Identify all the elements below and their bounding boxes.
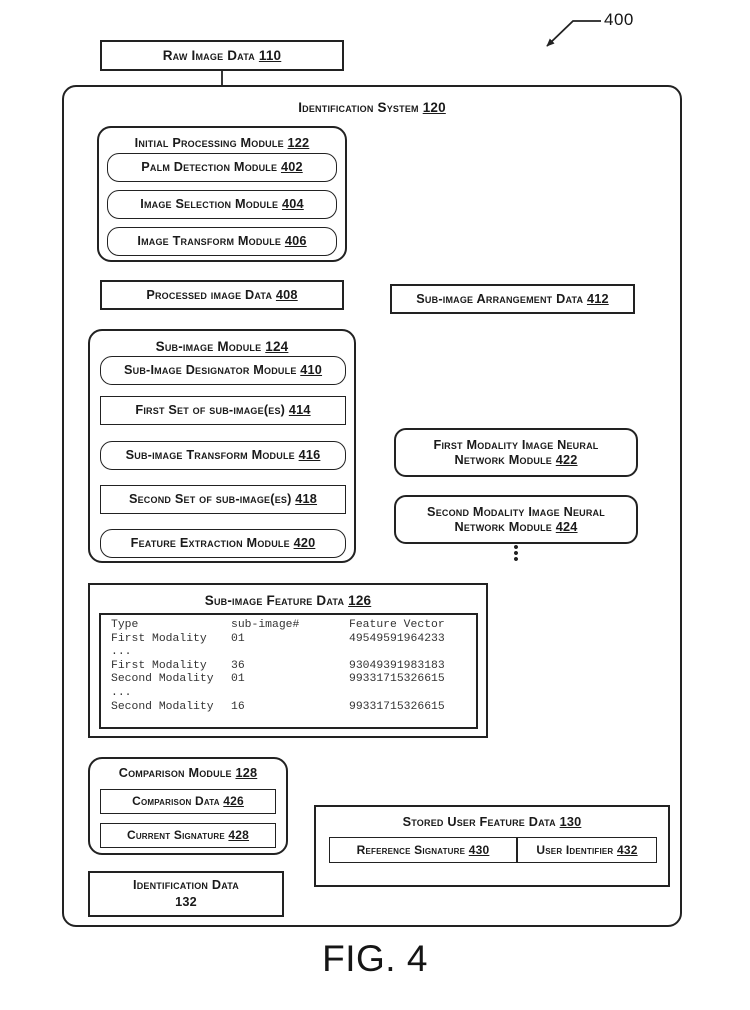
- node-user-identifier: User Identifier 432: [517, 837, 657, 863]
- table-header-type: Type: [111, 619, 139, 631]
- node-first-set-of-sub-images-label: First Set of sub-image(es) 414: [135, 403, 311, 417]
- node-second-modality-neural-network-module-label: Second Modality Image Neural Network Modu…: [427, 504, 605, 534]
- table-cell-type: ...: [111, 646, 132, 659]
- table-row: First Modality 01 49549591964233: [111, 633, 476, 647]
- node-reference-signature-label: Reference Signature 430: [356, 842, 490, 857]
- figure-reference-number: 400: [604, 10, 634, 29]
- node-identification-data-label: Identification Data: [132, 878, 239, 893]
- table-cell-feature-vector: 93049391983183: [349, 659, 445, 672]
- node-palm-detection-module: Palm Detection Module 402: [107, 153, 337, 182]
- feature-data-table: Type sub-image# Feature Vector First Modal…: [99, 613, 478, 729]
- table-header-sub-image-num: sub-image#: [231, 619, 300, 631]
- table-header-feature-vector: Feature Vector: [349, 619, 445, 631]
- node-feature-extraction-module: Feature Extraction Module 420: [100, 529, 346, 558]
- node-sub-image-arrangement-data-label: Sub-image Arrangement Data 412: [416, 291, 609, 306]
- container-initial-processing-module-title: Initial Processing Module 122: [134, 136, 310, 150]
- node-sub-image-transform-module-label: Sub-image Transform Module 416: [125, 448, 321, 462]
- table-row: Second Modality 16 99331715326615: [111, 701, 476, 715]
- node-raw-image-data-label: Raw Image Data 110: [162, 47, 282, 63]
- node-comparison-data: Comparison Data 426: [100, 789, 276, 814]
- table-cell-feature-vector: 99331715326615: [349, 673, 445, 686]
- reference-400-leader: [546, 20, 601, 47]
- vertical-ellipsis-icon: • • •: [510, 540, 522, 568]
- node-sub-image-arrangement-data: Sub-image Arrangement Data 412: [390, 284, 635, 314]
- table-cell-sub-image-num: 16: [231, 700, 245, 713]
- container-identification-system-title: Identification System 120: [298, 100, 446, 115]
- figure-caption: FIG. 4: [322, 938, 428, 979]
- table-cell-type: Second Modality: [111, 673, 214, 686]
- node-identification-data: Identification Data 132: [88, 871, 284, 917]
- table-header-row: Type sub-image# Feature Vector: [111, 619, 476, 633]
- table-cell-sub-image-num: 01: [231, 673, 245, 686]
- node-first-modality-neural-network-module: First Modality Image Neural Network Modul…: [394, 428, 638, 477]
- table-cell-feature-vector: 99331715326615: [349, 700, 445, 713]
- node-sub-image-transform-module: Sub-image Transform Module 416: [100, 441, 346, 470]
- node-sub-image-designator-module: Sub-Image Designator Module 410: [100, 356, 346, 385]
- table-cell-type: First Modality: [111, 659, 207, 672]
- table-cell-sub-image-num: 36: [231, 659, 245, 672]
- table-cell-type: Second Modality: [111, 700, 214, 713]
- node-feature-extraction-module-label: Feature Extraction Module 420: [130, 536, 316, 550]
- node-second-set-of-sub-images-label: Second Set of sub-image(es) 418: [128, 492, 318, 506]
- node-first-modality-neural-network-module-label: First Modality Image Neural Network Modul…: [433, 437, 599, 467]
- table-cell-sub-image-num: 01: [231, 632, 245, 645]
- node-processed-image-data-label: Processed image Data 408: [146, 287, 298, 302]
- table-cell-type: First Modality: [111, 632, 207, 645]
- node-image-transform-module: Image Transform Module 406: [107, 227, 337, 256]
- node-image-selection-module-label: Image Selection Module 404: [140, 197, 304, 211]
- table-row: Second Modality 01 99331715326615: [111, 673, 476, 687]
- node-palm-detection-module-label: Palm Detection Module 402: [141, 160, 303, 174]
- table-row: ...: [111, 646, 476, 660]
- container-comparison-module-title: Comparison Module 128: [118, 766, 258, 780]
- node-first-set-of-sub-images: First Set of sub-image(es) 414: [100, 396, 346, 425]
- node-processed-image-data: Processed image Data 408: [100, 280, 344, 310]
- node-current-signature: Current Signature 428: [100, 823, 276, 848]
- table-row: First Modality 36 93049391983183: [111, 660, 476, 674]
- node-second-set-of-sub-images: Second Set of sub-image(es) 418: [100, 485, 346, 514]
- node-raw-image-data: Raw Image Data 110: [100, 40, 344, 71]
- node-comparison-data-label: Comparison Data 426: [132, 794, 244, 809]
- node-user-identifier-label: User Identifier 432: [536, 842, 638, 857]
- patent-figure-4: 400 Raw Image Data 110 Identification Sy…: [0, 0, 750, 1010]
- node-current-signature-label: Current Signature 428: [126, 828, 250, 843]
- node-image-transform-module-label: Image Transform Module 406: [137, 234, 307, 248]
- table-row: ...: [111, 687, 476, 701]
- container-sub-image-feature-data-title: Sub-image Feature Data 126: [204, 593, 372, 608]
- container-stored-user-feature-data-title: Stored User Feature Data 130: [402, 815, 582, 829]
- node-identification-data-ref: 132: [175, 895, 197, 909]
- node-reference-signature: Reference Signature 430: [329, 837, 517, 863]
- node-second-modality-neural-network-module: Second Modality Image Neural Network Modu…: [394, 495, 638, 544]
- node-image-selection-module: Image Selection Module 404: [107, 190, 337, 219]
- container-sub-image-module-title: Sub-image Module 124: [155, 339, 289, 354]
- vertical-ellipsis-dot-3: •: [513, 551, 519, 568]
- node-sub-image-designator-module-label: Sub-Image Designator Module 410: [123, 363, 323, 377]
- table-cell-type: ...: [111, 686, 132, 699]
- table-cell-feature-vector: 49549591964233: [349, 632, 445, 645]
